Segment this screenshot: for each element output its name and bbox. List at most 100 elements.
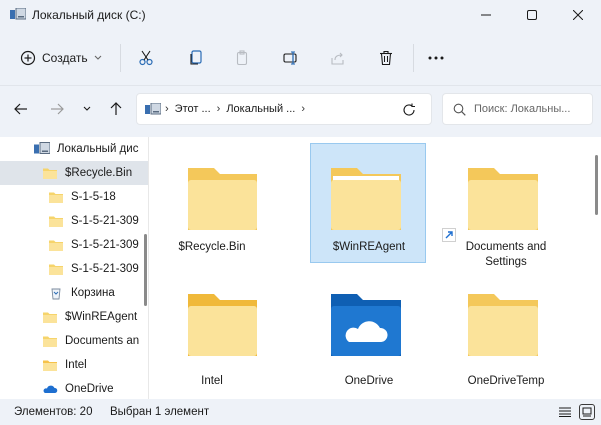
sidebar-item-label: Локальный дис xyxy=(57,143,139,155)
sidebar-item-documents-and-settings[interactable]: Documents an xyxy=(0,329,148,353)
sidebar-item-label: Documents an xyxy=(65,335,140,347)
item-count: Элементов: 20 xyxy=(14,406,93,418)
folder-tile-intel[interactable]: Intel xyxy=(153,277,269,397)
folder-label: OneDriveTemp xyxy=(467,375,545,387)
sidebar-item-label: S-1-5-21-309 xyxy=(71,263,139,275)
folder-tile-recycle-bin[interactable]: $Recycle.Bin xyxy=(153,143,269,263)
sidebar-scrollbar[interactable] xyxy=(144,234,147,306)
rename-button[interactable] xyxy=(276,44,306,72)
share-button[interactable] xyxy=(323,44,353,72)
sidebar-item-s-1-5-21-b[interactable]: S-1-5-21-309 xyxy=(0,233,148,257)
navigation-pane: Локальный дис $Recycle.Bin S-1-5-18 S-1-… xyxy=(0,137,148,399)
folder-icon xyxy=(331,168,401,230)
folder-label: $Recycle.Bin xyxy=(178,241,246,253)
folder-label: $WinREAgent xyxy=(332,241,406,253)
sidebar-item-label: Корзина xyxy=(71,287,115,299)
address-bar[interactable]: › Этот ... › Локальный ... › xyxy=(136,93,432,125)
large-icons-view-icon xyxy=(582,407,592,417)
toolbar-divider xyxy=(120,44,121,72)
toolbar-divider xyxy=(413,44,414,72)
folder-tile-onedrive[interactable]: OneDrive xyxy=(310,277,426,397)
folder-icon xyxy=(49,240,63,251)
maximize-button[interactable] xyxy=(509,0,555,30)
folder-tile-winreagent[interactable]: $WinREAgent xyxy=(310,143,426,263)
sidebar-item-onedrive[interactable]: OneDrive xyxy=(0,377,148,399)
breadcrumb-this-pc[interactable]: Этот ... xyxy=(175,103,211,115)
details-view-icon xyxy=(559,407,571,417)
folder-label: Documents and Settings xyxy=(465,241,547,268)
share-icon xyxy=(331,52,344,65)
minimize-icon xyxy=(481,14,491,16)
file-list: $Recycle.Bin $WinREAgent Documents and S… xyxy=(148,137,601,399)
onedrive-folder-icon xyxy=(331,294,401,356)
folder-icon xyxy=(49,264,63,275)
status-bar: Элементов: 20 Выбран 1 элемент xyxy=(0,399,601,425)
breadcrumb-separator: › xyxy=(165,103,169,115)
chevron-down-icon xyxy=(94,55,101,60)
close-icon xyxy=(573,10,583,20)
folder-icon xyxy=(49,216,63,227)
shortcut-folder-icon xyxy=(468,168,538,230)
arrow-left-icon xyxy=(14,103,27,115)
command-bar: Создать xyxy=(0,30,601,86)
folder-tile-documents-and-settings[interactable]: Documents and Settings xyxy=(442,143,563,268)
scissors-icon xyxy=(139,50,153,66)
sidebar-item-label: OneDrive xyxy=(65,383,114,395)
folder-tile-onedrivetemp[interactable]: OneDriveTemp xyxy=(447,277,563,397)
drive-icon xyxy=(10,8,26,20)
folder-label: Intel xyxy=(201,375,223,387)
sidebar-item-label: $Recycle.Bin xyxy=(65,167,133,179)
sidebar-item-s-1-5-18[interactable]: S-1-5-18 xyxy=(0,185,148,209)
sidebar-item-recycle-bin-folder[interactable]: $Recycle.Bin xyxy=(0,161,148,185)
sidebar-item-label: $WinREAgent xyxy=(65,311,138,323)
search-input[interactable] xyxy=(474,103,584,115)
search-icon xyxy=(453,103,466,116)
create-button[interactable]: Создать xyxy=(12,44,110,72)
onedrive-icon xyxy=(43,385,58,393)
close-button[interactable] xyxy=(555,0,601,30)
maximize-icon xyxy=(527,10,537,20)
recycle-bin-icon xyxy=(51,288,61,300)
clipboard-icon xyxy=(236,50,248,66)
up-button[interactable] xyxy=(102,95,130,123)
refresh-icon xyxy=(403,103,415,116)
folder-icon xyxy=(188,168,257,230)
sidebar-item-intel[interactable]: Intel xyxy=(0,353,148,377)
delete-button[interactable] xyxy=(371,44,401,72)
sidebar-item-s-1-5-21-c[interactable]: S-1-5-21-309 xyxy=(0,257,148,281)
content-scrollbar[interactable] xyxy=(595,155,598,215)
sidebar-item-label: S-1-5-21-309 xyxy=(71,215,139,227)
arrow-up-icon xyxy=(110,102,122,115)
details-view-button[interactable] xyxy=(557,404,573,420)
folder-icon xyxy=(49,192,63,203)
sidebar-item-s-1-5-21-a[interactable]: S-1-5-21-309 xyxy=(0,209,148,233)
chevron-down-icon xyxy=(83,106,91,111)
create-label: Создать xyxy=(42,51,88,65)
refresh-button[interactable] xyxy=(399,100,419,120)
sidebar-item-label: Intel xyxy=(65,359,87,371)
sidebar-item-winreagent[interactable]: $WinREAgent xyxy=(0,305,148,329)
arrow-right-icon xyxy=(51,103,64,115)
paste-button[interactable] xyxy=(228,44,258,72)
folder-icon xyxy=(43,336,57,347)
more-options-button[interactable] xyxy=(421,44,451,72)
folder-icon xyxy=(468,294,538,356)
large-icons-view-button[interactable] xyxy=(579,404,595,420)
trash-icon xyxy=(380,50,392,66)
cut-button[interactable] xyxy=(131,44,161,72)
breadcrumb-local-disk[interactable]: Локальный ... xyxy=(226,103,295,115)
folder-icon xyxy=(43,312,57,323)
sidebar-item-local-disk[interactable]: Локальный дис xyxy=(0,137,148,161)
recent-locations-button[interactable] xyxy=(73,95,101,123)
window-title: Локальный диск (C:) xyxy=(32,8,146,22)
back-button[interactable] xyxy=(7,95,35,123)
search-box[interactable] xyxy=(442,93,593,125)
breadcrumb-separator: › xyxy=(301,103,305,115)
forward-button[interactable] xyxy=(43,95,71,123)
minimize-button[interactable] xyxy=(463,0,509,30)
ellipsis-icon xyxy=(428,56,444,60)
drive-icon xyxy=(34,142,50,154)
sidebar-item-korzina[interactable]: Корзина xyxy=(0,281,148,305)
copy-button[interactable] xyxy=(181,44,211,72)
folder-icon xyxy=(188,294,257,356)
